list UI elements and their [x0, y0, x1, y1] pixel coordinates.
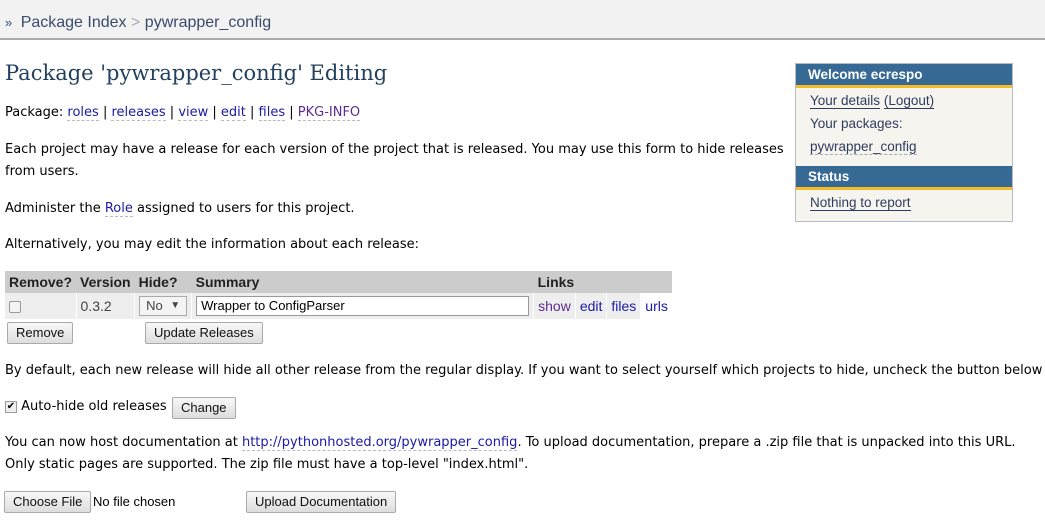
update-releases-button[interactable]: Update Releases: [145, 322, 263, 344]
page-title: Package 'pywrapper_config' Editing: [5, 61, 388, 85]
docs-text-after: . To upload documentation, prepare a .zi…: [517, 435, 1016, 450]
alt-text: Alternatively, you may edit the informat…: [5, 237, 419, 252]
hide-cell: No ▼: [134, 293, 193, 319]
sidebar: Welcome ecrespo Your details (Logout) Yo…: [795, 63, 1013, 222]
link-show[interactable]: show: [538, 298, 571, 314]
file-status: No file chosen: [93, 494, 176, 509]
logout-link[interactable]: (Logout): [883, 93, 935, 109]
summary-input[interactable]: Wrapper to ConfigParser: [196, 296, 530, 316]
link-release-files[interactable]: files: [611, 298, 636, 314]
breadcrumb-root[interactable]: Package Index: [21, 14, 127, 31]
link-release-edit[interactable]: edit: [580, 298, 603, 314]
link-roles[interactable]: roles: [67, 105, 99, 121]
your-details-link[interactable]: Your details: [810, 93, 881, 109]
breadcrumb-arrow-icon: »: [5, 15, 13, 30]
intro-text: Each project may have a release for each…: [5, 142, 784, 179]
breadcrumb-separator: >: [131, 14, 141, 31]
role-text-before: Administer the: [5, 201, 105, 216]
links-cell: files: [606, 293, 642, 319]
sidebar-details: Your details (Logout): [796, 88, 1012, 113]
link-pkg-info[interactable]: PKG-INFO: [297, 105, 361, 121]
header-hide: Hide?: [134, 271, 192, 293]
upload-documentation-button[interactable]: Upload Documentation: [246, 491, 397, 513]
breadcrumb-current[interactable]: pywrapper_config: [145, 14, 271, 31]
role-link[interactable]: Role: [104, 201, 133, 217]
status-header: Status: [796, 166, 1012, 190]
autohide-row: ✔ Auto-hide old releases: [5, 396, 167, 418]
summary-cell: Wrapper to ConfigParser: [191, 293, 535, 319]
table-row: 0.3.2 No ▼ Wrapper to ConfigParser show e…: [5, 293, 673, 319]
status-row: Nothing to report: [796, 190, 1012, 215]
welcome-header: Welcome ecrespo: [796, 64, 1012, 88]
header-version: Version: [76, 271, 135, 293]
header-links: Links: [533, 271, 673, 293]
autohide-label: Auto-hide old releases: [21, 399, 167, 414]
header-summary: Summary: [191, 271, 534, 293]
docs-url-link[interactable]: http://pythonhosted.org/pywrapper_config: [241, 435, 518, 451]
hide-select-value: No: [146, 298, 163, 313]
packages-label: Your packages:: [810, 116, 903, 131]
link-releases[interactable]: releases: [111, 105, 166, 121]
sidebar-package-link[interactable]: pywrapper_config: [810, 139, 917, 155]
links-cell: urls: [640, 293, 673, 319]
link-files[interactable]: files: [258, 105, 286, 121]
top-bar: » Package Index > pywrapper_config: [0, 0, 1045, 40]
releases-table: Remove? Version Hide? Summary Links 0.3.…: [5, 271, 673, 319]
version-cell: 0.3.2: [76, 293, 136, 319]
role-text-after: assigned to users for this project.: [132, 201, 355, 216]
link-edit[interactable]: edit: [220, 105, 246, 121]
package-nav-label: Package:: [5, 105, 64, 120]
choose-file-button[interactable]: Choose File: [4, 491, 92, 513]
status-link[interactable]: Nothing to report: [810, 195, 911, 211]
autohide-checkbox[interactable]: ✔: [5, 400, 17, 413]
links-cell: show: [533, 293, 576, 319]
role-text: Administer the Role assigned to users fo…: [5, 198, 355, 220]
remove-checkbox[interactable]: [9, 301, 21, 314]
sidebar-package-row: pywrapper_config: [796, 136, 1012, 166]
hide-select[interactable]: No ▼: [139, 296, 188, 316]
docs-text-line2: Only static pages are supported. The zip…: [5, 457, 529, 472]
links-cell: edit: [575, 293, 608, 319]
change-button[interactable]: Change: [172, 397, 236, 419]
dropdown-arrow-icon: ▼: [170, 300, 181, 311]
remove-button[interactable]: Remove: [7, 322, 74, 344]
docs-text: You can now host documentation at http:/…: [5, 432, 1016, 476]
remove-cell: [5, 293, 77, 319]
header-remove: Remove?: [5, 271, 77, 293]
link-view[interactable]: view: [178, 105, 209, 121]
breadcrumb: » Package Index > pywrapper_config: [5, 14, 271, 32]
link-release-urls[interactable]: urls: [645, 298, 668, 314]
docs-text-before: You can now host documentation at: [5, 435, 242, 450]
table-header: Remove? Version Hide? Summary Links: [5, 271, 673, 293]
package-nav: Package: roles | releases | view | edit …: [5, 105, 361, 121]
autohide-text: By default, each new release will hide a…: [5, 363, 1043, 378]
